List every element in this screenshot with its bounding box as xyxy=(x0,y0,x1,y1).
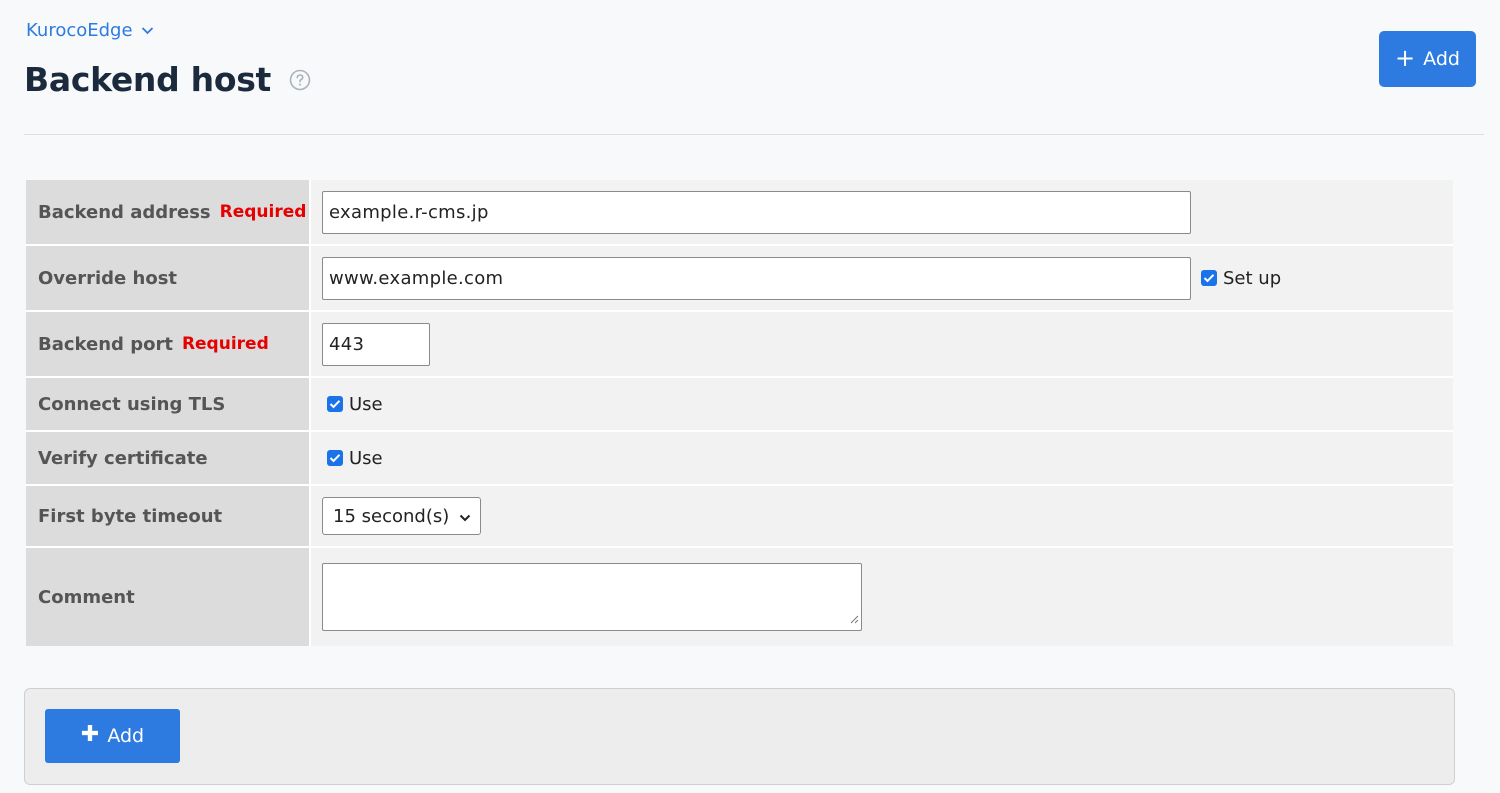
backend-host-form: Backend address Required Override host S… xyxy=(26,180,1453,646)
comment-label: Comment xyxy=(38,586,135,608)
value-cell xyxy=(311,548,1453,646)
header-divider xyxy=(24,134,1484,135)
value-cell xyxy=(311,180,1453,244)
checkbox-label: Use xyxy=(349,393,383,415)
backend-address-input[interactable] xyxy=(322,190,1191,234)
chevron-down-icon xyxy=(459,506,471,527)
override-host-setup-checkbox[interactable]: Set up xyxy=(1201,268,1281,289)
required-badge: Required xyxy=(219,202,307,222)
checkbox-checked-icon[interactable] xyxy=(327,396,343,412)
label-cell: Comment xyxy=(26,548,311,646)
help-icon[interactable] xyxy=(289,69,311,91)
row-backend-port: Backend port Required xyxy=(26,312,1453,378)
backend-port-label: Backend port xyxy=(38,333,173,355)
resize-grip-icon[interactable] xyxy=(849,609,859,628)
row-verify-certificate: Verify certificate Use xyxy=(26,432,1453,486)
add-button-bottom[interactable]: ✚ Add xyxy=(45,709,180,763)
checkbox-checked-icon[interactable] xyxy=(1201,270,1217,286)
connect-tls-label: Connect using TLS xyxy=(38,393,226,415)
required-badge: Required xyxy=(181,334,269,354)
row-comment: Comment xyxy=(26,548,1453,646)
action-panel: ✚ Add xyxy=(24,688,1455,785)
first-byte-timeout-label: First byte timeout xyxy=(38,505,223,527)
value-cell: Set up xyxy=(311,246,1453,310)
checkbox-label: Set up xyxy=(1223,267,1282,289)
row-backend-address: Backend address Required xyxy=(26,180,1453,246)
backend-port-input[interactable] xyxy=(322,322,430,366)
connect-tls-checkbox[interactable]: Use xyxy=(327,394,383,415)
value-cell: Use xyxy=(311,378,1453,430)
checkbox-checked-icon[interactable] xyxy=(327,450,343,466)
backend-address-label: Backend address xyxy=(38,201,211,223)
select-value: 15 second(s) xyxy=(333,505,450,527)
row-first-byte-timeout: First byte timeout 15 second(s) xyxy=(26,486,1453,548)
comment-textarea[interactable] xyxy=(322,563,862,631)
override-host-label: Override host xyxy=(38,267,178,289)
row-connect-tls: Connect using TLS Use xyxy=(26,378,1453,432)
label-cell: Override host xyxy=(26,246,311,310)
label-cell: First byte timeout xyxy=(26,486,311,546)
title-row: Backend host xyxy=(24,60,311,99)
add-button-label: Add xyxy=(107,725,145,747)
label-cell: Backend port Required xyxy=(26,312,311,376)
label-cell: Verify certificate xyxy=(26,432,311,484)
override-host-input[interactable] xyxy=(322,256,1191,300)
page-title: Backend host xyxy=(24,60,272,99)
app-name: KurocoEdge xyxy=(26,20,133,41)
value-cell xyxy=(311,312,1453,376)
verify-certificate-checkbox[interactable]: Use xyxy=(327,448,383,469)
verify-certificate-label: Verify certificate xyxy=(38,447,208,469)
label-cell: Backend address Required xyxy=(26,180,311,244)
first-byte-timeout-select[interactable]: 15 second(s) xyxy=(322,497,481,535)
value-cell: 15 second(s) xyxy=(311,486,1453,546)
checkbox-label: Use xyxy=(349,447,383,469)
add-button-label: Add xyxy=(1423,48,1460,70)
page: KurocoEdge Backend host + Add Backend ad… xyxy=(0,0,1500,793)
app-switcher[interactable]: KurocoEdge xyxy=(26,20,154,41)
value-cell: Use xyxy=(311,432,1453,484)
chevron-down-icon xyxy=(141,26,154,35)
plus-icon: + xyxy=(1395,43,1416,72)
plus-icon: ✚ xyxy=(80,722,100,747)
add-button-top[interactable]: + Add xyxy=(1379,31,1476,87)
label-cell: Connect using TLS xyxy=(26,378,311,430)
row-override-host: Override host Set up xyxy=(26,246,1453,312)
